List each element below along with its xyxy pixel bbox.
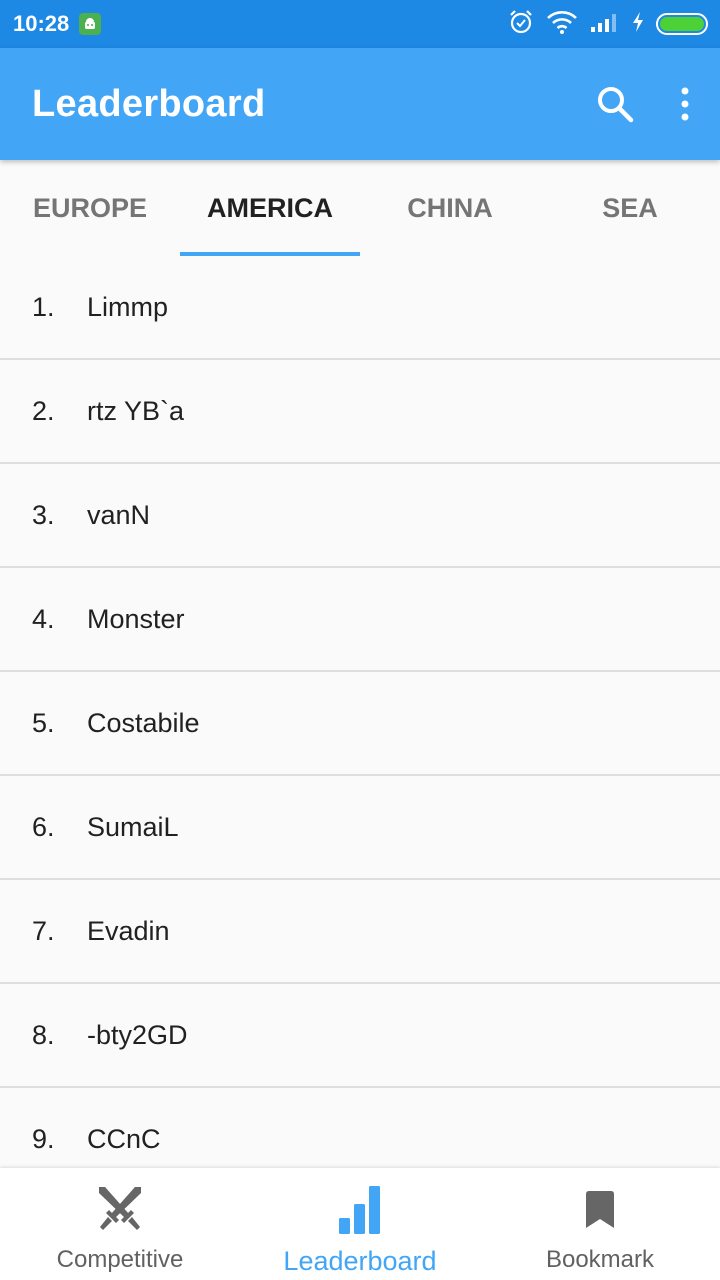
status-bar: 10:28	[0, 0, 720, 48]
player-name: Limmp	[87, 291, 169, 322]
charging-icon	[632, 11, 644, 38]
search-button[interactable]	[580, 69, 650, 139]
search-icon	[598, 87, 634, 123]
player-name: -bty2GD	[87, 1019, 188, 1050]
list-item[interactable]: 2. rtz YB`a	[0, 360, 720, 464]
tab-sea[interactable]: SEA	[540, 160, 720, 256]
status-time: 10:28	[13, 11, 70, 36]
more-vert-icon	[681, 87, 689, 121]
nav-bookmark[interactable]: Bookmark	[480, 1168, 720, 1280]
rank-number: 1.	[32, 291, 55, 322]
rank-number: 5.	[32, 707, 55, 738]
bookmark-icon	[584, 1180, 616, 1240]
tab-china[interactable]: CHINA	[360, 160, 540, 256]
leaderboard-list[interactable]: 1. Limmp 2. rtz YB`a 3. vanN 4. Monster …	[0, 256, 720, 1168]
list-item[interactable]: 1. Limmp	[0, 256, 720, 360]
nav-competitive[interactable]: Competitive	[0, 1168, 240, 1280]
rank-number: 9.	[32, 1123, 55, 1154]
rank-number: 2.	[32, 395, 55, 426]
tab-america[interactable]: AMERICA	[180, 160, 360, 256]
nav-bookmark-label: Bookmark	[545, 1246, 655, 1273]
rank-number: 7.	[32, 915, 55, 946]
app-bar: Leaderboard	[0, 48, 720, 160]
bottom-navigation: Competitive Leaderboard Bookmark	[0, 1168, 720, 1280]
region-tabs: EUROPE AMERICA CHINA SEA	[0, 160, 720, 256]
tab-europe[interactable]: EUROPE	[0, 160, 180, 256]
list-item[interactable]: 5. Costabile	[0, 672, 720, 776]
android-notification-icon	[79, 13, 102, 35]
list-item[interactable]: 3. vanN	[0, 464, 720, 568]
wifi-icon	[546, 9, 578, 40]
status-left: 10:28	[13, 11, 102, 37]
alarm-icon	[508, 9, 534, 40]
crossed-swords-icon	[95, 1180, 145, 1240]
status-right	[508, 9, 708, 40]
rank-number: 4.	[32, 603, 55, 634]
rank-number: 8.	[32, 1019, 55, 1050]
player-name: CCnC	[87, 1123, 161, 1154]
signal-icon	[590, 11, 620, 38]
bar-chart-icon	[337, 1180, 383, 1240]
nav-leaderboard[interactable]: Leaderboard	[240, 1168, 480, 1280]
player-name: vanN	[87, 499, 151, 530]
player-name: rtz YB`a	[87, 395, 185, 426]
battery-level	[660, 17, 704, 31]
player-name: Costabile	[87, 707, 200, 738]
page-title: Leaderboard	[32, 82, 266, 125]
nav-competitive-label: Competitive	[56, 1246, 184, 1273]
list-item[interactable]: 4. Monster	[0, 568, 720, 672]
player-name: Monster	[87, 603, 185, 634]
rank-number: 6.	[32, 811, 55, 842]
player-name: Evadin	[87, 915, 170, 946]
battery-icon	[656, 13, 708, 35]
nav-leaderboard-label: Leaderboard	[283, 1246, 437, 1276]
list-item[interactable]: 8. -bty2GD	[0, 984, 720, 1088]
rank-number: 3.	[32, 499, 55, 530]
list-item[interactable]: 6. SumaiL	[0, 776, 720, 880]
more-options-button[interactable]	[660, 69, 710, 139]
list-item[interactable]: 9. CCnC	[0, 1088, 720, 1168]
player-name: SumaiL	[87, 811, 179, 842]
list-item[interactable]: 7. Evadin	[0, 880, 720, 984]
